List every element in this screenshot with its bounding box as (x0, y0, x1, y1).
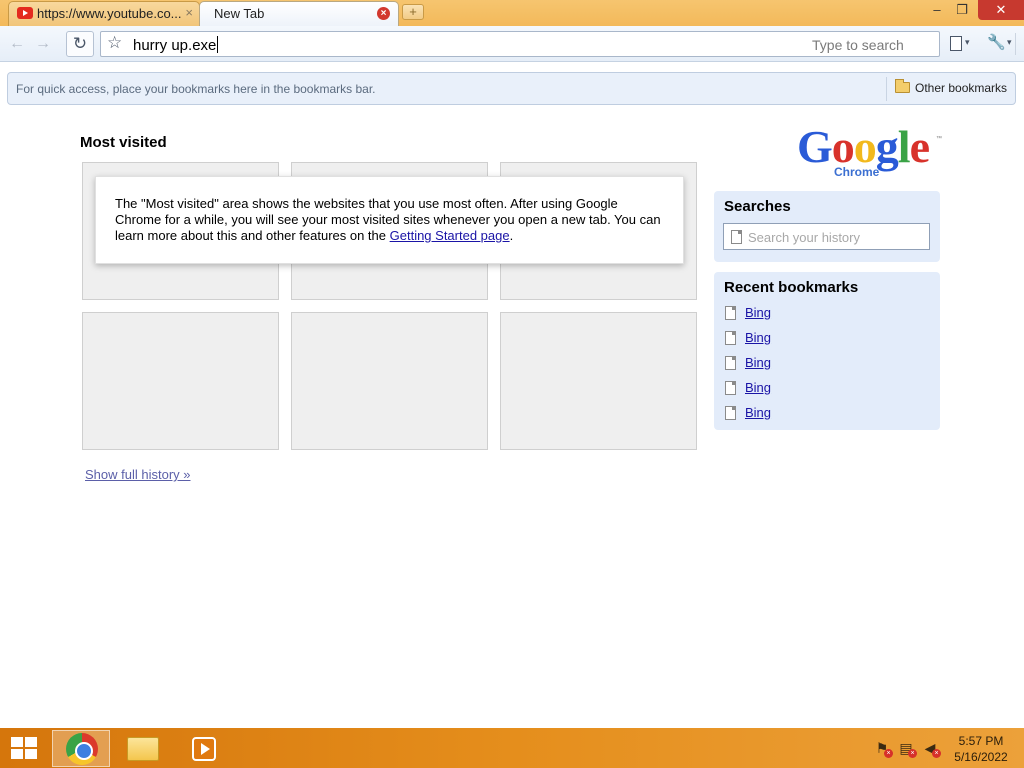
divider (886, 77, 887, 101)
history-search-input[interactable]: Search your history (723, 223, 930, 250)
bookmarks-bar-hint: For quick access, place your bookmarks h… (16, 82, 376, 96)
tab-close-icon[interactable]: × (377, 7, 390, 20)
page-icon (731, 230, 742, 244)
page-icon (725, 306, 736, 320)
tab-title: https://www.youtube.co... (37, 6, 182, 21)
text-caret (217, 36, 219, 53)
bookmarks-bar: For quick access, place your bookmarks h… (7, 72, 1016, 105)
youtube-favicon-icon (17, 7, 33, 19)
omnibox-input[interactable]: hurry up.exe (133, 36, 219, 54)
bookmark-link[interactable]: Bing (745, 405, 771, 420)
title-bar: https://www.youtube.co... × New Tab × + … (0, 0, 1024, 26)
muted-badge-icon: × (932, 749, 941, 758)
windows-logo-icon (11, 737, 23, 747)
other-bookmarks-label: Other bookmarks (915, 81, 1008, 95)
action-center-flag-icon[interactable]: ⚑ × (874, 740, 893, 758)
windows-logo-icon (11, 749, 23, 759)
chevron-down-icon: ▾ (1007, 37, 1012, 47)
volume-icon[interactable]: ◀ × (922, 740, 941, 758)
error-badge-icon: × (884, 749, 893, 758)
omnibox-hint: Type to search (812, 37, 904, 53)
logo-letter: l (897, 121, 911, 172)
most-visited-thumbnail (500, 312, 697, 450)
minimize-button[interactable]: – (923, 0, 951, 20)
logo-letter: e (909, 121, 930, 172)
windows-logo-icon (25, 749, 37, 759)
logo-letter: G (797, 121, 833, 172)
most-visited-thumbnail (291, 312, 488, 450)
page-icon (725, 406, 736, 420)
omnibox[interactable]: ☆ hurry up.exe Type to search (100, 31, 1016, 57)
show-full-history-link[interactable]: Show full history » (85, 467, 191, 482)
windows-start-button[interactable] (11, 737, 38, 759)
error-badge-icon: × (908, 749, 917, 758)
page-icon (725, 331, 736, 345)
chrome-icon (66, 733, 98, 765)
searches-title: Searches (724, 198, 791, 215)
maximize-button[interactable]: ❐ (948, 0, 976, 20)
clock-date: 5/16/2022 (954, 750, 1008, 764)
search-placeholder: Search your history (748, 230, 860, 245)
file-explorer-icon (127, 737, 159, 761)
taskbar-chrome-button[interactable] (52, 730, 110, 767)
most-visited-info-box: The "Most visited" area shows the websit… (95, 176, 684, 264)
back-button[interactable]: ← (6, 32, 28, 56)
windows-logo-icon (25, 737, 37, 747)
tab-new-tab[interactable]: New Tab × (199, 1, 399, 26)
info-text-end: . (509, 228, 514, 243)
taskbar: ⚑ × ▤ × ◀ × 5:57 PM 5/16/2022 (0, 728, 1024, 768)
recent-bookmarks-title: Recent bookmarks (724, 279, 859, 296)
page-icon (725, 381, 736, 395)
taskbar-media-player-button[interactable] (176, 730, 234, 767)
folder-icon (895, 79, 910, 93)
bookmark-link[interactable]: Bing (745, 380, 771, 395)
tab-title: New Tab (214, 6, 265, 21)
most-visited-title: Most visited (80, 134, 167, 151)
forward-button[interactable]: → (32, 32, 54, 56)
clock[interactable]: 5:57 PM 5/16/2022 (948, 733, 1014, 765)
info-text: The "Most visited" area shows the websit… (115, 196, 661, 243)
media-player-icon (192, 737, 216, 761)
wrench-icon: 🔧 (987, 34, 1006, 51)
bookmark-link[interactable]: Bing (745, 355, 771, 370)
close-window-button[interactable]: ✕ (978, 0, 1024, 20)
getting-started-link[interactable]: Getting Started page (390, 228, 510, 243)
recent-bookmarks-panel: Recent bookmarks Bing Bing Bing Bing Bin… (714, 272, 940, 430)
other-bookmarks-button[interactable]: Other bookmarks (895, 79, 1008, 95)
omnibox-value: hurry up.exe (133, 37, 217, 54)
reload-button[interactable]: ↻ (66, 31, 94, 57)
chevron-down-icon: ▾ (965, 37, 970, 47)
google-chrome-logo: Google ™ Chrome (797, 124, 947, 180)
page-icon (725, 356, 736, 370)
trademark-symbol: ™ (936, 136, 942, 142)
searches-panel: Searches Search your history (714, 191, 940, 262)
chrome-wordmark: Chrome (834, 165, 880, 179)
toolbar: ← → ↻ ☆ hurry up.exe Type to search ▾ 🔧 … (0, 26, 1024, 62)
network-icon[interactable]: ▤ × (898, 740, 917, 758)
page-icon (950, 36, 962, 51)
bookmark-star-icon[interactable]: ☆ (107, 33, 122, 53)
most-visited-thumbnail (82, 312, 279, 450)
clock-time: 5:57 PM (958, 734, 1004, 748)
bookmark-link[interactable]: Bing (745, 330, 771, 345)
tab-close-icon[interactable]: × (185, 5, 193, 20)
wrench-menu-button[interactable]: 🔧 ▾ (987, 33, 1017, 53)
new-tab-button[interactable]: + (402, 4, 424, 20)
bookmark-link[interactable]: Bing (745, 305, 771, 320)
page-menu-button[interactable]: ▾ (950, 34, 976, 54)
taskbar-file-explorer-button[interactable] (114, 730, 172, 767)
google-wordmark: Google (797, 124, 947, 170)
tab-youtube[interactable]: https://www.youtube.co... × (8, 1, 200, 26)
